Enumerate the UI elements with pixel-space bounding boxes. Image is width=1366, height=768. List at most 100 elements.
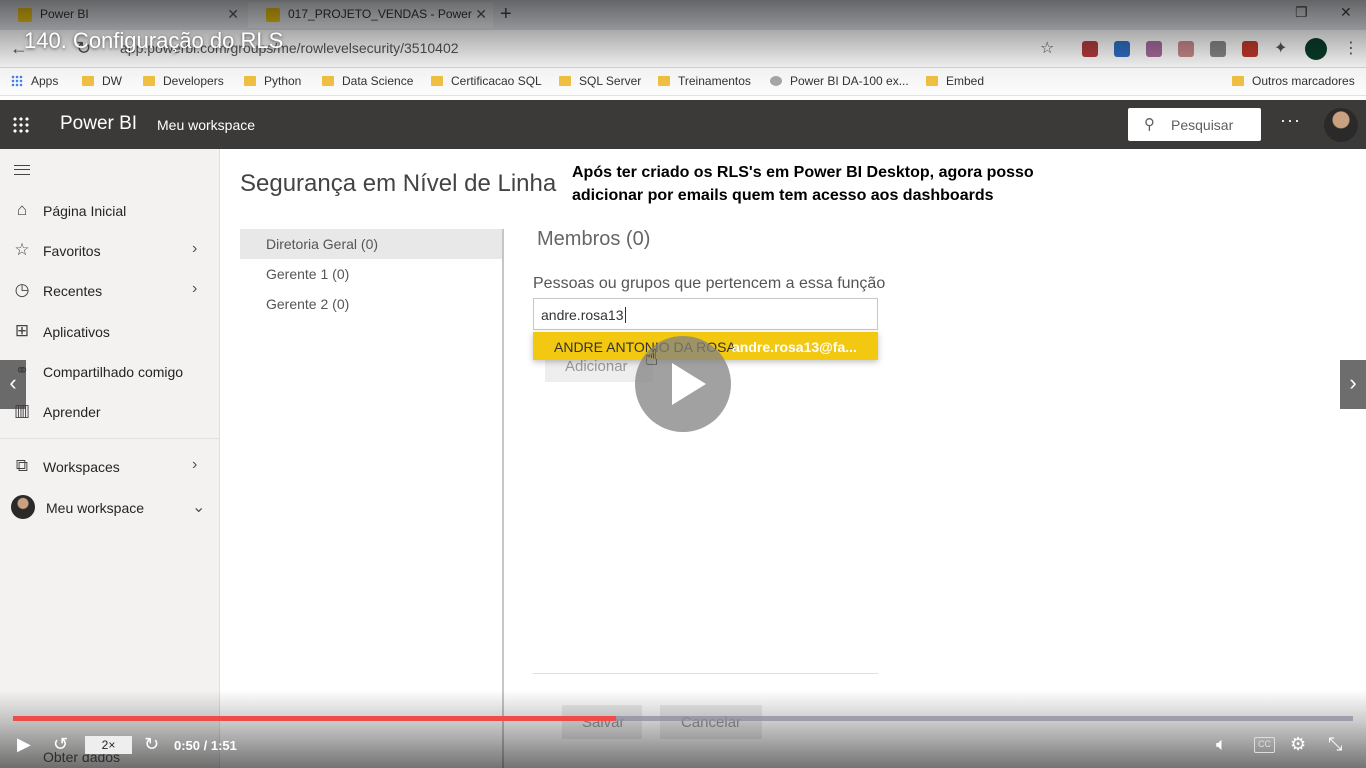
save-button[interactable]: Salvar xyxy=(562,705,642,739)
bookmark-item[interactable]: Embed xyxy=(926,74,984,88)
home-icon: ⌂ xyxy=(16,200,28,219)
search-input[interactable]: ⚲ Pesquisar xyxy=(1128,108,1261,141)
members-title: Membros (0) xyxy=(537,228,651,250)
restore-window-icon[interactable]: ❐ xyxy=(1295,4,1308,21)
sidebar-item-label: Aprender xyxy=(43,404,101,420)
other-bookmarks[interactable]: Outros marcadores xyxy=(1232,74,1355,88)
forward-icon[interactable]: ↻ xyxy=(144,734,159,755)
sidebar-item-shared[interactable]: ⚭ Compartilhado comigo xyxy=(0,354,219,390)
clock-icon: ◷ xyxy=(14,280,30,299)
folder-icon xyxy=(143,76,155,86)
close-tab-icon[interactable]: ✕ xyxy=(475,2,487,26)
suggestion-email: andre.rosa13@fa... xyxy=(732,339,857,355)
workspaces-icon: ⧉ xyxy=(15,456,29,475)
chevron-right-icon: › xyxy=(192,240,198,257)
divider xyxy=(533,673,878,674)
browser-tab-bar: Power BI ✕ 017_PROJETO_VENDAS - Power ✕ … xyxy=(0,0,1366,30)
waffle-icon[interactable] xyxy=(12,116,30,134)
role-item[interactable]: Gerente 1 (0) xyxy=(240,259,502,289)
browser-tab-powerbi[interactable]: Power BI ✕ xyxy=(0,2,245,28)
extension-icon[interactable] xyxy=(1242,41,1258,57)
browser-tab-project[interactable]: 017_PROJETO_VENDAS - Power ✕ xyxy=(248,2,493,28)
extension-icon[interactable] xyxy=(1146,41,1162,57)
web-icon xyxy=(770,76,782,86)
sidebar-item-label: Compartilhado comigo xyxy=(43,364,184,380)
profile-icon[interactable] xyxy=(1305,38,1327,60)
extension-icon[interactable] xyxy=(1178,41,1194,57)
nav-sidebar: ⌂ Página Inicial ☆ Favoritos › ◷ Recente… xyxy=(0,149,220,768)
close-window-icon[interactable]: ✕ xyxy=(1340,4,1352,21)
bookmark-item[interactable]: Power BI DA-100 ex... xyxy=(770,74,909,88)
sidebar-item-learn[interactable]: ▥ Aprender xyxy=(0,394,219,430)
chevron-down-icon: ⌄ xyxy=(192,499,206,516)
sidebar-item-workspaces[interactable]: ⧉ Workspaces › xyxy=(0,449,219,485)
star-icon: ☆ xyxy=(14,240,30,259)
sidebar-divider xyxy=(0,438,219,439)
video-progress-fill xyxy=(13,716,616,721)
folder-icon xyxy=(926,76,938,86)
powerbi-header: Power BI Meu workspace ⚲ Pesquisar ··· xyxy=(0,100,1366,149)
powerbi-brand[interactable]: Power BI xyxy=(60,113,137,135)
sidebar-item-home[interactable]: ⌂ Página Inicial xyxy=(0,193,219,229)
sidebar-item-label: Página Inicial xyxy=(43,203,127,219)
previous-lecture-button[interactable]: ‹ xyxy=(0,360,26,409)
hamburger-menu-icon[interactable] xyxy=(14,165,30,175)
user-avatar[interactable] xyxy=(1324,108,1358,142)
role-item[interactable]: Diretoria Geral (0) xyxy=(240,229,502,259)
hand-cursor-icon: ☝ xyxy=(645,345,659,370)
bookmark-item[interactable]: Certificacao SQL xyxy=(431,74,542,88)
extension-icon[interactable] xyxy=(1114,41,1130,57)
sidebar-item-favorites[interactable]: ☆ Favoritos › xyxy=(0,233,219,269)
extension-icon[interactable] xyxy=(1210,41,1226,57)
member-email-input[interactable]: andre.rosa13 xyxy=(533,298,878,330)
rewind-icon[interactable]: ↺ xyxy=(53,734,68,755)
bookmark-star-icon[interactable]: ☆ xyxy=(1040,38,1054,58)
screen: Power BI ✕ 017_PROJETO_VENDAS - Power ✕ … xyxy=(0,0,1366,768)
apps-grid-icon xyxy=(11,75,23,87)
more-options-icon[interactable]: ··· xyxy=(1280,110,1301,131)
browser-menu-icon[interactable]: ⋮ xyxy=(1343,38,1359,58)
powerbi-favicon-icon xyxy=(18,8,32,22)
exit-fullscreen-icon[interactable]: ⤡ xyxy=(1328,734,1342,755)
video-title: 140. Configuração do RLS xyxy=(24,28,284,53)
folder-icon xyxy=(1232,76,1244,86)
bookmark-item[interactable]: Data Science xyxy=(322,74,413,88)
sidebar-item-label: Favoritos xyxy=(43,243,101,259)
bookmark-item[interactable]: Python xyxy=(244,74,301,88)
search-placeholder: Pesquisar xyxy=(1171,117,1234,133)
volume-icon[interactable]: 🔈︎ xyxy=(1216,734,1227,755)
bookmark-item[interactable]: Developers xyxy=(143,74,224,88)
bookmark-item[interactable]: SQL Server xyxy=(559,74,641,88)
sidebar-item-label: Aplicativos xyxy=(43,324,110,340)
chevron-right-icon: › xyxy=(192,280,198,297)
play-icon[interactable]: ▶ xyxy=(17,734,31,755)
captions-button[interactable]: CC xyxy=(1254,737,1275,753)
sidebar-item-my-workspace[interactable]: Meu workspace ⌄ xyxy=(0,490,219,526)
new-tab-icon[interactable]: + xyxy=(500,3,512,26)
puzzle-extensions-icon[interactable]: ✦ xyxy=(1274,38,1287,58)
folder-icon xyxy=(658,76,670,86)
breadcrumb-workspace[interactable]: Meu workspace xyxy=(157,117,255,133)
members-subtitle: Pessoas ou grupos que pertencem a essa f… xyxy=(533,275,886,292)
role-item[interactable]: Gerente 2 (0) xyxy=(240,289,502,319)
powerbi-favicon-icon xyxy=(266,8,280,22)
bookmark-apps[interactable]: Apps xyxy=(11,74,58,88)
folder-icon xyxy=(559,76,571,86)
tab-title: 017_PROJETO_VENDAS - Power xyxy=(288,7,472,21)
pdf-extension-icon[interactable] xyxy=(1082,41,1098,57)
folder-icon xyxy=(82,76,94,86)
sidebar-item-apps[interactable]: ⊞ Aplicativos xyxy=(0,314,219,350)
roles-list: Diretoria Geral (0) Gerente 1 (0) Gerent… xyxy=(240,229,504,768)
cancel-button[interactable]: Cancelar xyxy=(660,705,762,739)
next-lecture-button[interactable]: › xyxy=(1340,360,1366,409)
video-progress-bar[interactable] xyxy=(13,716,1353,721)
folder-icon xyxy=(431,76,443,86)
close-tab-icon[interactable]: ✕ xyxy=(227,2,239,26)
playback-speed-button[interactable]: 2× xyxy=(85,736,132,754)
bookmark-item[interactable]: Treinamentos xyxy=(658,74,751,88)
sidebar-item-recent[interactable]: ◷ Recentes › xyxy=(0,273,219,309)
search-icon: ⚲ xyxy=(1144,116,1155,133)
page-title: Segurança em Nível de Linha xyxy=(240,170,557,197)
settings-gear-icon[interactable]: ⚙ xyxy=(1290,734,1306,755)
bookmark-item[interactable]: DW xyxy=(82,74,122,88)
